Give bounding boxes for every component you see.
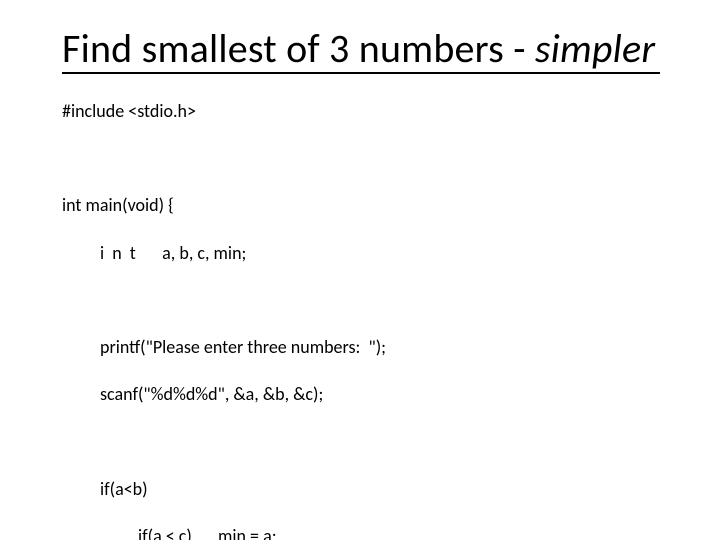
title-text: Find smallest of 3 numbers - (62, 24, 535, 73)
code-line: #include <stdio.h> (62, 100, 720, 124)
code-line: scanf("%d%d%d", &a, &b, &c); (62, 383, 720, 407)
blank-line (62, 289, 720, 312)
slide: Find smallest of 3 numbers - simpler #in… (0, 0, 720, 540)
blank-line (62, 431, 720, 454)
slide-title: Find smallest of 3 numbers - simpler (62, 28, 720, 70)
code-line: printf("Please enter three numbers: "); (62, 336, 720, 360)
code-line: int main(void) { (62, 194, 720, 218)
keyword-int: i n t (100, 242, 138, 264)
code-block: #include <stdio.h> int main(void) { i n … (62, 76, 720, 540)
blank-line (62, 147, 720, 170)
cond: if(a < c) (138, 525, 218, 540)
code-line: if(a<b) (62, 478, 720, 502)
title-emphasis: simpler (535, 24, 655, 73)
code-line: if(a < c)min = a; (62, 525, 720, 540)
code-line: i n t a, b, c, min; (62, 242, 720, 266)
stmt: min = a; (218, 525, 277, 540)
decl-vars: a, b, c, min; (138, 242, 247, 264)
